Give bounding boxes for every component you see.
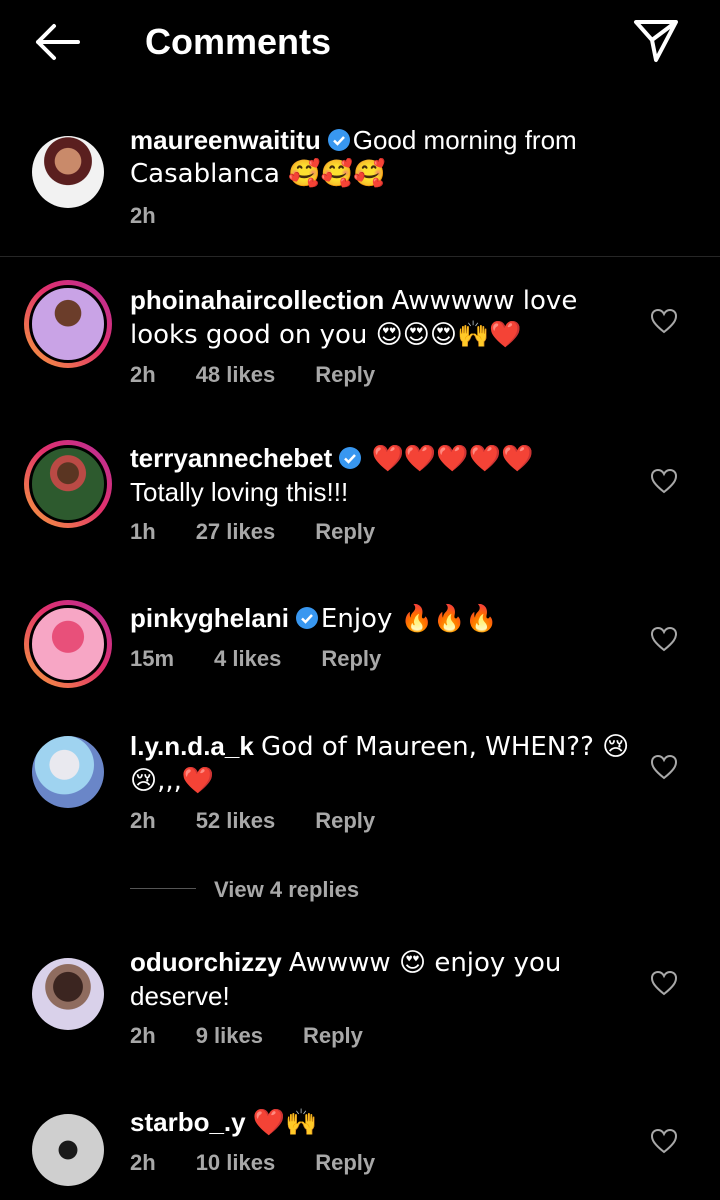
verified-badge-icon	[295, 606, 319, 630]
avatar[interactable]	[24, 600, 112, 688]
like-heart-icon[interactable]	[650, 1128, 678, 1154]
comment-likes[interactable]: 27 likes	[196, 519, 276, 545]
verified-badge-icon	[327, 128, 351, 152]
comment-text: ❤️🙌	[252, 1108, 318, 1138]
comment-username[interactable]: l.y.n.d.a_k	[130, 731, 254, 761]
comment-time: 2h	[130, 808, 156, 833]
caption-text: Good morning from	[352, 125, 577, 155]
like-heart-icon[interactable]	[650, 468, 678, 494]
avatar[interactable]	[24, 1106, 112, 1194]
like-heart-icon[interactable]	[650, 626, 678, 652]
caption-text-line2: Casablanca 🥰🥰🥰	[130, 159, 386, 189]
comment-likes[interactable]: 48 likes	[196, 362, 276, 388]
comment-text: Enjoy 🔥🔥🔥	[320, 604, 498, 634]
back-arrow-icon[interactable]	[30, 20, 82, 64]
comment-time: 15m	[130, 646, 175, 671]
reply-button[interactable]: Reply	[315, 808, 375, 834]
direct-message-icon[interactable]	[630, 16, 682, 64]
page-title: Comments	[145, 21, 332, 62]
view-replies-button[interactable]: View 4 replies	[214, 877, 359, 903]
comment-time: 1h	[130, 519, 156, 544]
like-heart-icon[interactable]	[650, 308, 678, 334]
reply-button[interactable]: Reply	[315, 362, 375, 388]
comment-text: ❤️❤️❤️❤️❤️	[371, 444, 534, 474]
avatar[interactable]	[24, 128, 112, 216]
reply-button[interactable]: Reply	[321, 646, 381, 672]
header: Comments	[0, 0, 720, 90]
comment-time: 2h	[130, 362, 156, 387]
reply-button[interactable]: Reply	[315, 519, 375, 545]
reply-button[interactable]: Reply	[303, 1023, 363, 1049]
comment-likes[interactable]: 10 likes	[196, 1150, 276, 1176]
comment-username[interactable]: terryannechebet	[130, 443, 332, 473]
post-caption: maureenwaititu Good morning from Casablan…	[0, 110, 720, 257]
reply-button[interactable]: Reply	[315, 1150, 375, 1176]
avatar[interactable]	[24, 440, 112, 528]
comment-text-line2: 😢,,,❤️	[130, 766, 215, 796]
comment-text: Awwww 😍 enjoy you	[288, 948, 562, 978]
comment-text-line2: Totally loving this!!!	[130, 477, 349, 507]
verified-badge-icon	[338, 446, 362, 470]
comment-username[interactable]: phoinahaircollection	[130, 285, 384, 315]
comment-username[interactable]: oduorchizzy	[130, 947, 282, 977]
comment-time: 2h	[130, 1023, 156, 1048]
comment-likes[interactable]: 9 likes	[196, 1023, 263, 1049]
comment-username[interactable]: pinkyghelani	[130, 603, 289, 633]
comment-time: 2h	[130, 1150, 156, 1175]
like-heart-icon[interactable]	[650, 970, 678, 996]
comment-username[interactable]: starbo_.y	[130, 1107, 246, 1137]
replies-divider	[130, 888, 196, 889]
avatar[interactable]	[24, 728, 112, 816]
caption-username[interactable]: maureenwaititu	[130, 125, 321, 155]
comment-likes[interactable]: 4 likes	[214, 646, 281, 672]
comment-text-line2: deserve!	[130, 981, 230, 1011]
comment-text: God of Maureen, WHEN?? 😢	[261, 732, 630, 762]
avatar[interactable]	[24, 950, 112, 1038]
avatar[interactable]	[24, 280, 112, 368]
caption-time: 2h	[130, 203, 156, 228]
like-heart-icon[interactable]	[650, 754, 678, 780]
comment-likes[interactable]: 52 likes	[196, 808, 276, 834]
